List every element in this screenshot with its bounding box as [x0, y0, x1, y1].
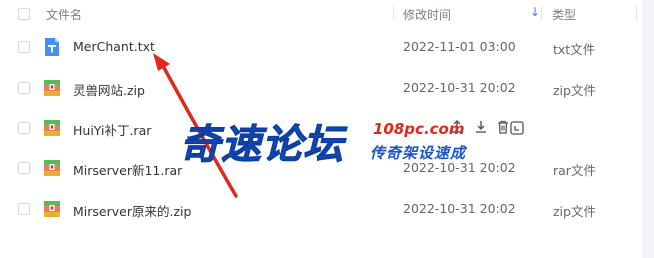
- file-list-header: 文件名 修改时间 ↓ 类型: [0, 0, 642, 28]
- file-row[interactable]: MerChant.txt 2022-11-01 03:00 txt文件: [0, 27, 642, 68]
- row-checkbox[interactable]: [18, 122, 30, 134]
- archive-file-icon: [43, 199, 61, 219]
- file-row[interactable]: Mirserver新11.rar 2022-10-31 20:02 rar文件: [0, 148, 642, 189]
- archive-file-icon: [43, 158, 61, 178]
- column-divider[interactable]: [393, 6, 394, 21]
- file-type: zip文件: [553, 83, 596, 98]
- column-header-name[interactable]: 文件名: [46, 6, 82, 23]
- column-header-type[interactable]: 类型: [552, 6, 576, 23]
- column-header-modified-time[interactable]: 修改时间: [403, 6, 451, 23]
- file-modified-time: 2022-10-31 20:02: [403, 160, 516, 175]
- row-actions: [448, 119, 538, 139]
- archive-file-icon: [43, 78, 61, 98]
- file-modified-time: 2022-11-01 03:00: [403, 39, 516, 54]
- file-row[interactable]: HuiYi补丁.rar: [0, 108, 642, 149]
- file-name[interactable]: MerChant.txt: [73, 39, 155, 54]
- row-checkbox[interactable]: [18, 203, 30, 215]
- file-modified-time: 2022-10-31 20:02: [403, 201, 516, 216]
- download-icon[interactable]: [472, 119, 490, 137]
- txt-file-icon: [43, 37, 61, 57]
- share-icon[interactable]: [448, 119, 466, 137]
- file-row[interactable]: 灵兽网站.zip 2022-10-31 20:02 zip文件: [0, 68, 642, 109]
- file-name[interactable]: 灵兽网站.zip: [73, 80, 145, 99]
- row-checkbox[interactable]: [18, 41, 30, 53]
- scrollbar-track[interactable]: [642, 0, 654, 258]
- file-name[interactable]: Mirserver原来的.zip: [73, 201, 191, 220]
- column-divider[interactable]: [636, 6, 637, 21]
- file-row[interactable]: Mirserver原来的.zip 2022-10-31 20:02 zip文件: [0, 189, 642, 230]
- file-list-panel: 文件名 修改时间 ↓ 类型 MerChant.txt 2022-11-01 03…: [0, 0, 642, 258]
- sort-descending-icon[interactable]: ↓: [530, 5, 540, 19]
- file-modified-time: 2022-10-31 20:02: [403, 80, 516, 95]
- file-type: txt文件: [553, 42, 596, 57]
- file-name[interactable]: Mirserver新11.rar: [73, 160, 182, 179]
- more-icon[interactable]: [508, 120, 526, 138]
- archive-file-icon: [43, 118, 61, 138]
- file-name[interactable]: HuiYi补丁.rar: [73, 120, 151, 139]
- select-all-checkbox[interactable]: [18, 8, 30, 20]
- column-divider[interactable]: [541, 6, 542, 21]
- row-checkbox[interactable]: [18, 82, 30, 94]
- row-checkbox[interactable]: [18, 162, 30, 174]
- file-type: rar文件: [553, 163, 596, 178]
- file-type: zip文件: [553, 204, 596, 219]
